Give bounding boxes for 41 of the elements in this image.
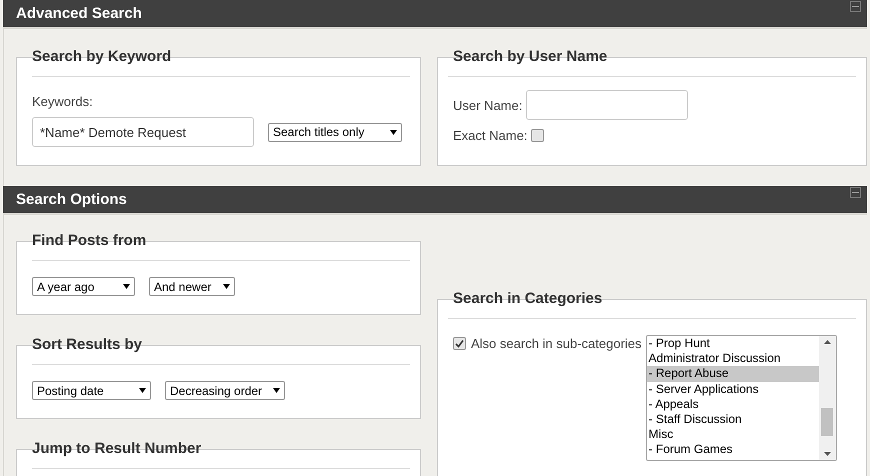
caret-icon (223, 284, 230, 289)
panel-title: Find Posts from (32, 232, 410, 261)
collapse-icon[interactable] (850, 1, 861, 12)
subcategories-label: Also search in sub-categories (471, 336, 642, 351)
sort-order-select[interactable]: Decreasing order (165, 381, 285, 400)
scope-select[interactable]: Search titles only (268, 122, 402, 142)
collapse-icon[interactable] (850, 187, 861, 198)
category-option[interactable]: - Server Applications (646, 382, 819, 397)
category-option[interactable]: Misc (646, 427, 819, 442)
caret-icon (390, 130, 397, 134)
panel-title: Jump to Result Number (32, 440, 410, 469)
scroll-thumb[interactable] (820, 408, 833, 436)
category-option[interactable]: - Appeals (646, 396, 819, 412)
section-title: Search Options (16, 191, 127, 208)
user-name-field[interactable] (526, 90, 688, 120)
caret-icon (273, 388, 280, 393)
exact-name-checkbox[interactable] (531, 129, 544, 142)
categories-listbox[interactable]: - Prop Hunt Administrator Discussion - Report Abuse - Server Applications - Appeals - Staff Discussion Misc - Forum Games (646, 335, 837, 461)
sort-field-select[interactable]: Posting date (32, 381, 151, 400)
category-option[interactable]: - Report Abuse (646, 366, 819, 382)
scroll-down-icon[interactable] (824, 452, 831, 456)
exact-name-label: Exact Name: (453, 128, 528, 143)
subcategories-checkbox[interactable] (453, 337, 466, 350)
category-option[interactable]: - Staff Discussion (646, 412, 819, 428)
scroll-up-icon[interactable] (824, 340, 831, 344)
category-option[interactable]: Administrator Discussion (646, 351, 819, 366)
period-select[interactable]: A year ago (32, 277, 135, 296)
category-option[interactable]: - Prop Hunt (646, 336, 819, 352)
direction-select[interactable]: And newer (149, 277, 235, 296)
panel-title: Sort Results by (32, 336, 410, 365)
panel-title: Search by Keyword (32, 48, 410, 77)
caret-icon (139, 388, 146, 393)
user-name-label: User Name: (453, 98, 522, 112)
caret-icon (123, 284, 130, 289)
panel-title: Search by User Name (448, 48, 856, 77)
keywords-field[interactable]: *Name* Demote Request (32, 117, 254, 147)
keywords-label: Keywords: (32, 94, 93, 109)
scrollbar[interactable] (818, 336, 836, 460)
section-title: Advanced Search (16, 5, 142, 22)
panel-title: Search in Categories (448, 290, 856, 319)
category-option[interactable]: - Forum Games (646, 442, 819, 458)
